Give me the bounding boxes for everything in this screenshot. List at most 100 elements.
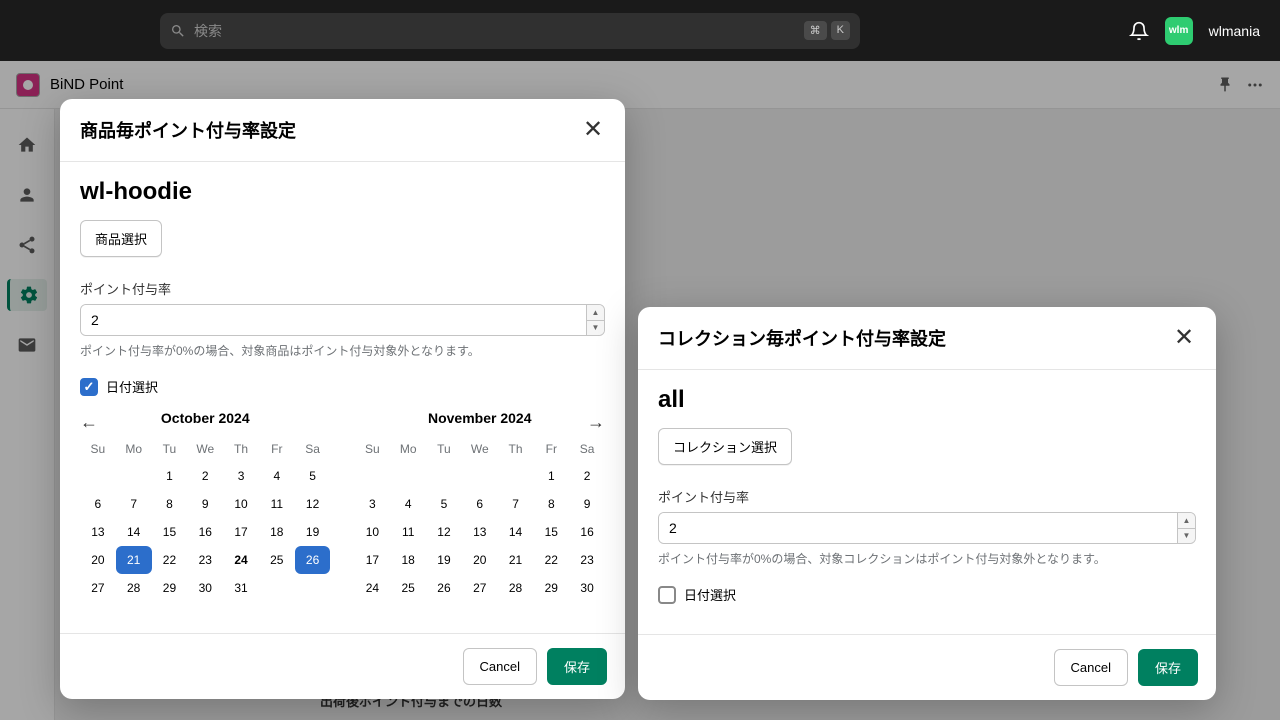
calendar-day[interactable]: 4	[259, 462, 295, 490]
calendar-day[interactable]: 22	[533, 546, 569, 574]
calendar-day[interactable]: 16	[569, 518, 605, 546]
rate-input[interactable]	[659, 513, 1177, 543]
rate-decrement[interactable]: ▼	[1178, 529, 1195, 544]
save-button[interactable]: 保存	[1138, 649, 1198, 686]
calendar-day[interactable]: 6	[462, 490, 498, 518]
calendar-day[interactable]: 20	[80, 546, 116, 574]
calendar-day[interactable]: 30	[187, 574, 223, 602]
cancel-button[interactable]: Cancel	[463, 648, 537, 685]
calendar-weekday: Mo	[116, 436, 152, 462]
date-checkbox[interactable]	[658, 586, 676, 604]
search-input[interactable]: 検索 ⌘ K	[160, 13, 860, 49]
calendar-day[interactable]: 5	[426, 490, 462, 518]
calendar-day[interactable]: 4	[390, 490, 426, 518]
calendar-day[interactable]: 28	[498, 574, 534, 602]
collection-rate-modal: コレクション毎ポイント付与率設定 ✕ all コレクション選択 ポイント付与率 …	[638, 307, 1216, 700]
calendar-day[interactable]: 13	[462, 518, 498, 546]
username: wlmania	[1209, 23, 1260, 39]
calendar-day[interactable]: 3	[223, 462, 259, 490]
calendar-day[interactable]: 15	[533, 518, 569, 546]
calendar-day[interactable]: 25	[259, 546, 295, 574]
calendar-day[interactable]: 27	[80, 574, 116, 602]
bell-icon[interactable]	[1129, 21, 1149, 41]
rate-decrement[interactable]: ▼	[587, 321, 604, 336]
calendar-day[interactable]: 6	[80, 490, 116, 518]
calendar-day[interactable]: 5	[295, 462, 331, 490]
calendar-day[interactable]: 31	[223, 574, 259, 602]
calendar-day[interactable]: 28	[116, 574, 152, 602]
calendar-day[interactable]: 8	[152, 490, 188, 518]
save-button[interactable]: 保存	[547, 648, 607, 685]
collection-select-button[interactable]: コレクション選択	[658, 428, 792, 465]
calendar-day[interactable]: 19	[295, 518, 331, 546]
calendar-day[interactable]: 11	[259, 490, 295, 518]
calendar-day[interactable]: 9	[569, 490, 605, 518]
calendar-day[interactable]: 12	[426, 518, 462, 546]
product-name: wl-hoodie	[80, 178, 605, 206]
calendar-day[interactable]: 8	[533, 490, 569, 518]
calendar-day[interactable]: 23	[187, 546, 223, 574]
calendar-day[interactable]: 9	[187, 490, 223, 518]
rate-input-wrap: ▲ ▼	[80, 304, 605, 336]
date-checkbox-label: 日付選択	[684, 585, 736, 604]
calendar-day[interactable]: 26	[426, 574, 462, 602]
calendar-day[interactable]: 29	[152, 574, 188, 602]
calendar-day[interactable]: 16	[187, 518, 223, 546]
rate-increment[interactable]: ▲	[587, 305, 604, 321]
calendar-day[interactable]: 14	[116, 518, 152, 546]
calendar-day[interactable]: 17	[223, 518, 259, 546]
close-button[interactable]: ✕	[1172, 326, 1196, 350]
calendar-day[interactable]: 24	[355, 574, 391, 602]
date-checkbox[interactable]	[80, 378, 98, 396]
rate-help-text: ポイント付与率が0%の場合、対象コレクションはポイント付与対象外となります。	[658, 550, 1196, 567]
calendar-day[interactable]: 30	[569, 574, 605, 602]
calendar-title-left: October 2024	[80, 410, 331, 426]
calendar-day[interactable]: 18	[390, 546, 426, 574]
calendar-day[interactable]: 14	[498, 518, 534, 546]
calendar-day[interactable]: 1	[152, 462, 188, 490]
rate-input-wrap: ▲ ▼	[658, 512, 1196, 544]
calendar-day[interactable]: 3	[355, 490, 391, 518]
close-button[interactable]: ✕	[581, 118, 605, 142]
calendar-day[interactable]: 23	[569, 546, 605, 574]
rate-input[interactable]	[81, 305, 586, 335]
calendar-weekday: We	[462, 436, 498, 462]
calendar-day[interactable]: 25	[390, 574, 426, 602]
calendar-day[interactable]: 1	[533, 462, 569, 490]
calendar-day[interactable]: 13	[80, 518, 116, 546]
calendar-month-right: November 2024 SuMoTuWeThFrSa123456789101…	[355, 410, 606, 602]
calendar-weekday: Sa	[569, 436, 605, 462]
calendar-day[interactable]: 7	[498, 490, 534, 518]
kbd-k: K	[831, 21, 850, 40]
calendar-weekday: Th	[498, 436, 534, 462]
calendar-day[interactable]: 19	[426, 546, 462, 574]
calendar-day[interactable]: 17	[355, 546, 391, 574]
calendar-weekday: Su	[355, 436, 391, 462]
product-select-button[interactable]: 商品選択	[80, 220, 162, 257]
calendar-title-right: November 2024	[355, 410, 606, 426]
calendar-day[interactable]: 2	[187, 462, 223, 490]
modal-title: コレクション毎ポイント付与率設定	[658, 325, 946, 351]
calendar-day[interactable]: 22	[152, 546, 188, 574]
rate-label: ポイント付与率	[80, 279, 605, 298]
calendar-day[interactable]: 26	[295, 546, 331, 574]
calendar-day[interactable]: 12	[295, 490, 331, 518]
calendar-day[interactable]: 18	[259, 518, 295, 546]
calendar-day[interactable]: 20	[462, 546, 498, 574]
calendar-day[interactable]: 2	[569, 462, 605, 490]
calendar-day[interactable]: 29	[533, 574, 569, 602]
rate-increment[interactable]: ▲	[1178, 513, 1195, 529]
calendar-day[interactable]: 27	[462, 574, 498, 602]
calendar-day[interactable]: 10	[223, 490, 259, 518]
calendar-day[interactable]: 10	[355, 518, 391, 546]
calendar-day[interactable]: 7	[116, 490, 152, 518]
cancel-button[interactable]: Cancel	[1054, 649, 1128, 686]
calendar-prev[interactable]: ←	[80, 412, 98, 433]
calendar-next[interactable]: →	[587, 412, 605, 433]
calendar-day[interactable]: 15	[152, 518, 188, 546]
calendar-day[interactable]: 21	[116, 546, 152, 574]
calendar-day[interactable]: 21	[498, 546, 534, 574]
calendar-day[interactable]: 11	[390, 518, 426, 546]
calendar-day[interactable]: 24	[223, 546, 259, 574]
avatar[interactable]: wlm	[1165, 17, 1193, 45]
